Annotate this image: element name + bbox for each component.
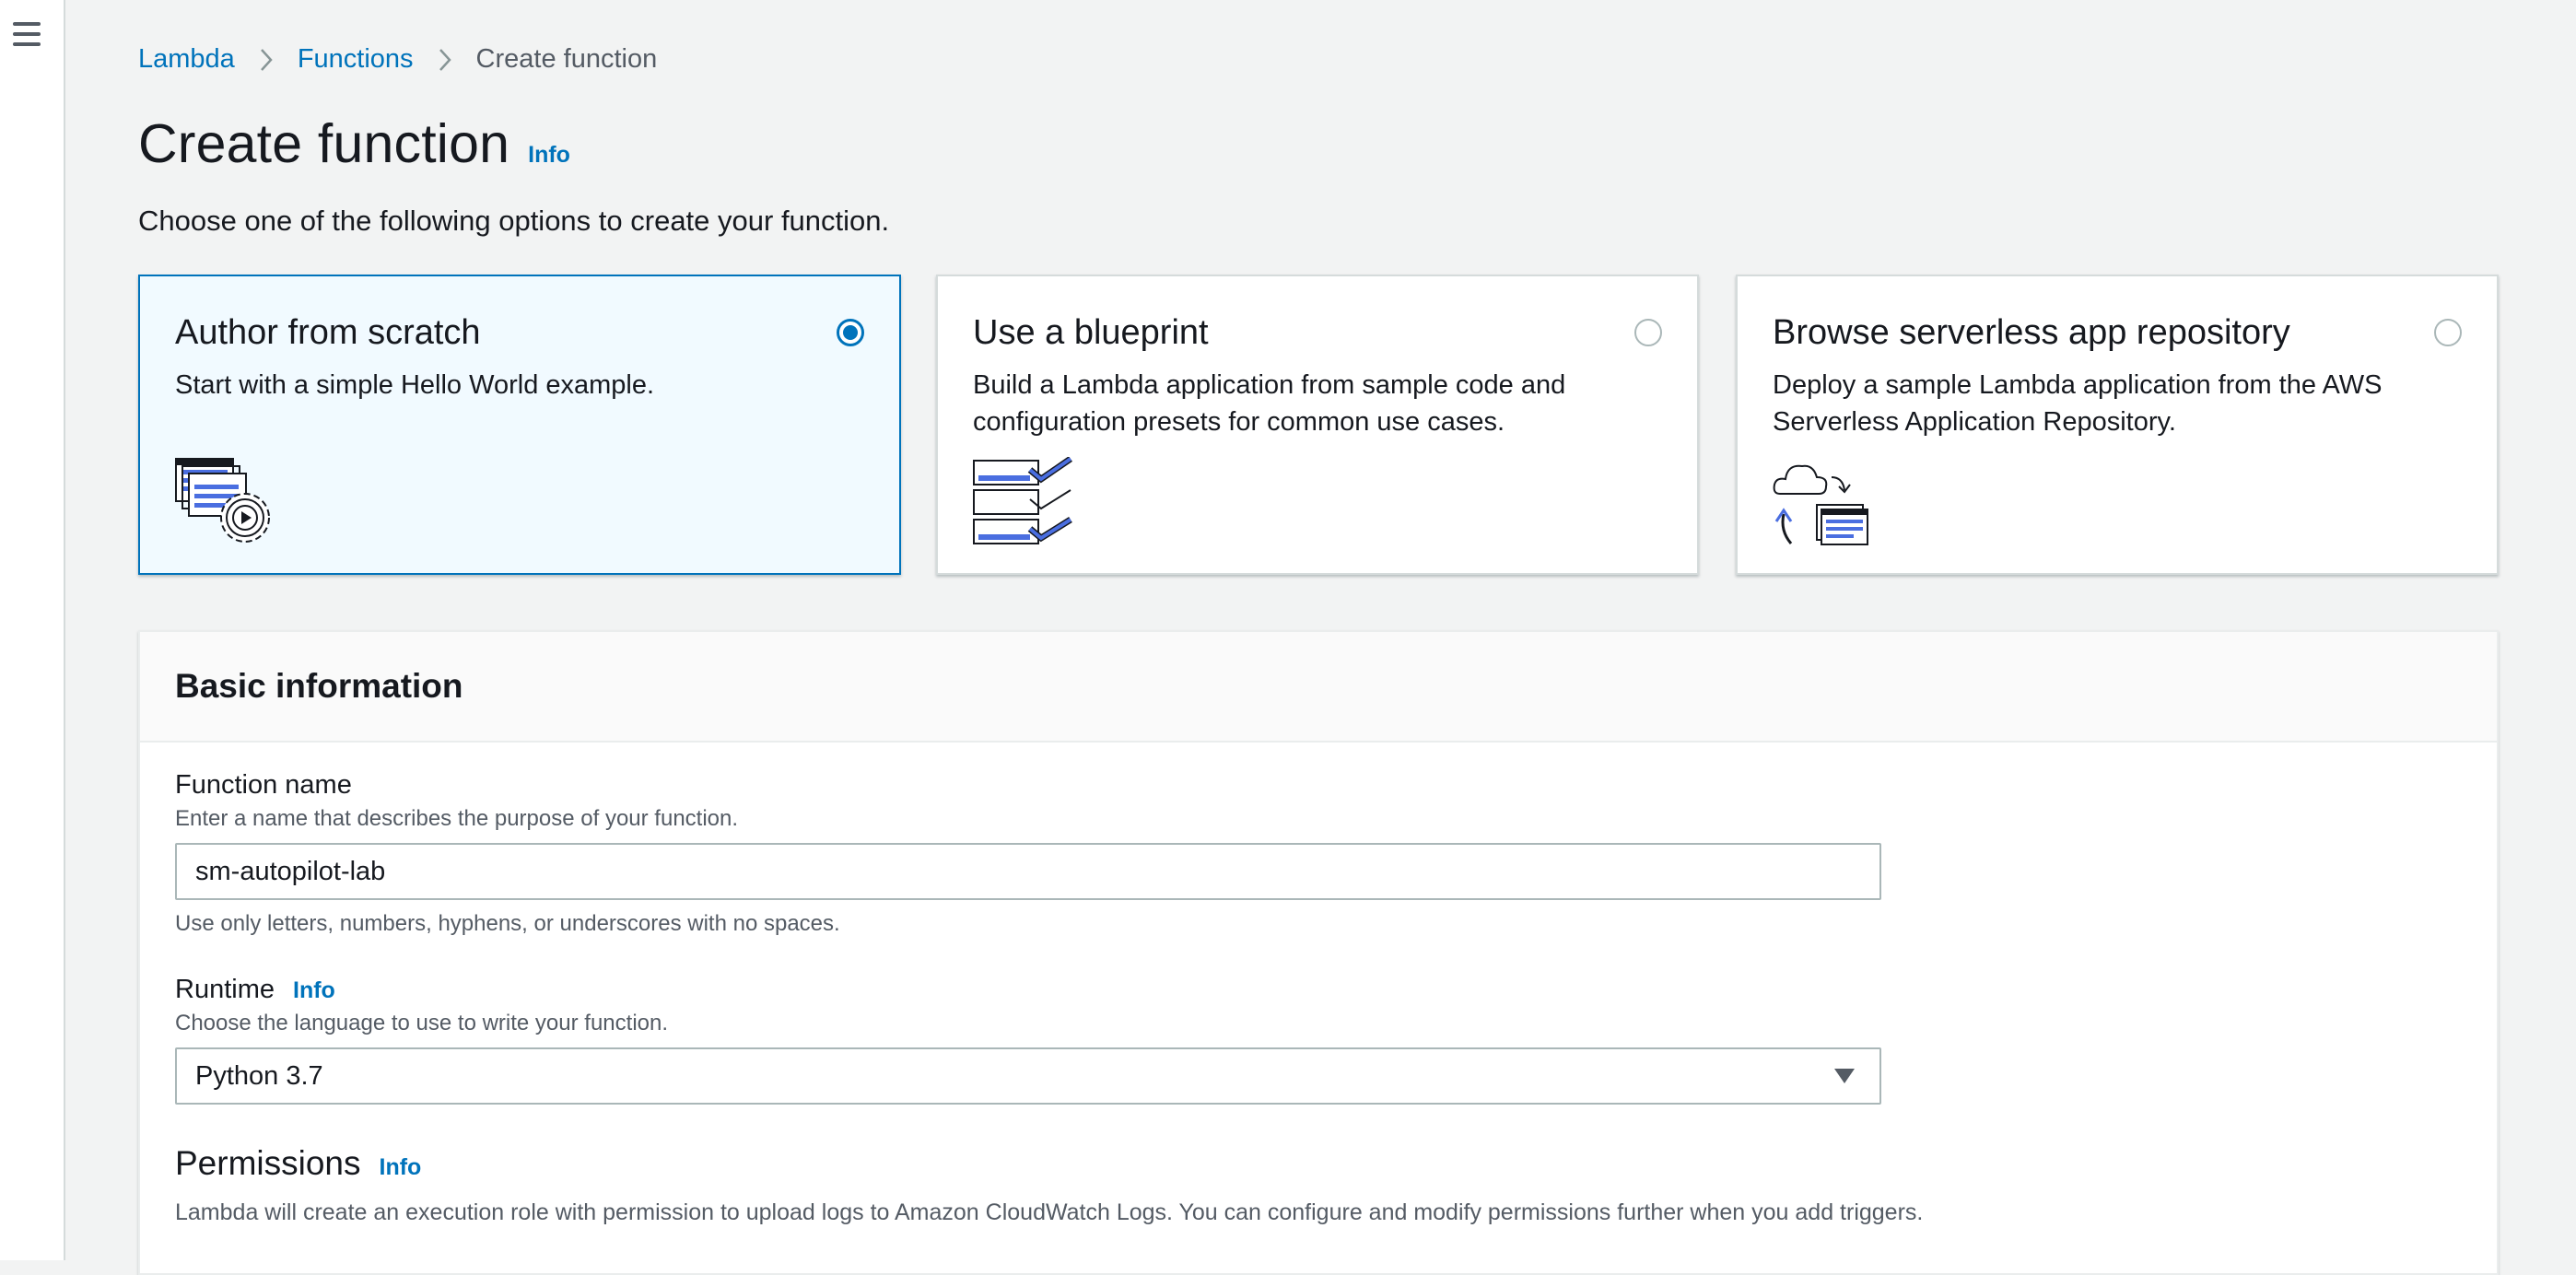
- runtime-select[interactable]: Python 3.7: [175, 1047, 1881, 1105]
- option-use-a-blueprint[interactable]: Use a blueprint Build a Lambda applicati…: [936, 275, 1699, 575]
- caret-down-icon: [1834, 1069, 1855, 1083]
- runtime-selected-value: Python 3.7: [195, 1061, 323, 1091]
- option-description: Deploy a sample Lambda application from …: [1773, 370, 2383, 437]
- option-description: Start with a simple Hello World example.: [175, 370, 655, 400]
- breadcrumb: Lambda Functions Create function: [138, 44, 657, 75]
- option-radio-browse-serverless[interactable]: [2434, 319, 2462, 346]
- function-name-field: Function name Enter a name that describe…: [175, 770, 1881, 937]
- option-description: Build a Lambda application from sample c…: [973, 370, 1566, 437]
- runtime-field: Runtime Info Choose the language to use t…: [175, 975, 1881, 1105]
- menu-icon[interactable]: [13, 22, 41, 46]
- serverless-repo-icon: [1773, 464, 1868, 545]
- option-title: Author from scratch: [175, 313, 481, 352]
- permissions-title-row: Permissions Info: [175, 1144, 1881, 1183]
- breadcrumb-functions[interactable]: Functions: [298, 44, 414, 75]
- option-title: Use a blueprint: [973, 313, 1209, 352]
- page-header: Create function Info: [138, 112, 570, 175]
- option-title: Browse serverless app repository: [1773, 313, 2290, 352]
- basic-information-panel: Basic information Function name Enter a …: [138, 630, 2499, 1275]
- permissions-title: Permissions: [175, 1144, 361, 1182]
- create-option-tiles: Author from scratch Start with a simple …: [138, 275, 2499, 577]
- chevron-right-icon: [438, 47, 452, 73]
- author-from-scratch-icon: [175, 458, 270, 543]
- option-browse-serverless-app-repository[interactable]: Browse serverless app repository Deploy …: [1736, 275, 2499, 575]
- option-radio-use-a-blueprint[interactable]: [1634, 319, 1662, 346]
- option-author-from-scratch[interactable]: Author from scratch Start with a simple …: [138, 275, 901, 575]
- breadcrumb-lambda[interactable]: Lambda: [138, 44, 235, 75]
- panel-title: Basic information: [175, 667, 463, 705]
- function-name-description: Enter a name that describes the purpose …: [175, 806, 739, 831]
- page-subtitle: Choose one of the following options to c…: [138, 205, 890, 237]
- option-radio-author-from-scratch[interactable]: [837, 319, 864, 346]
- function-name-constraint: Use only letters, numbers, hyphens, or u…: [175, 911, 840, 936]
- runtime-description: Choose the language to use to write your…: [175, 1011, 669, 1035]
- runtime-label-row: Runtime Info: [175, 975, 1881, 1005]
- permissions-section: Permissions Info Lambda will create an ex…: [175, 1144, 1924, 1226]
- function-name-input[interactable]: [175, 843, 1881, 900]
- side-navigation: [0, 0, 65, 1260]
- chevron-right-icon: [259, 47, 274, 73]
- function-name-label: Function name: [175, 770, 352, 800]
- breadcrumb-current: Create function: [475, 44, 658, 74]
- permissions-description: Lambda will create an execution role wit…: [175, 1199, 1924, 1225]
- panel-header: Basic information: [140, 632, 2497, 743]
- page-title: Create function: [138, 113, 510, 174]
- permissions-info-link[interactable]: Info: [380, 1154, 422, 1180]
- blueprint-icon: [973, 457, 1072, 544]
- runtime-label: Runtime: [175, 975, 275, 1004]
- page-info-link[interactable]: Info: [528, 142, 570, 169]
- runtime-info-link[interactable]: Info: [293, 977, 335, 1003]
